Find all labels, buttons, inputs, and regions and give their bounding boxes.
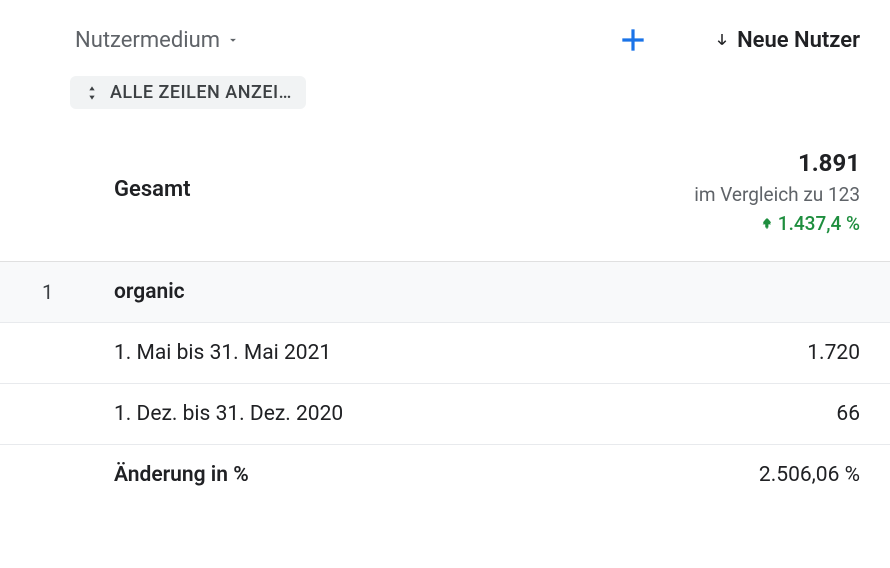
period-1-label: 1. Mai bis 31. Mai 2021	[30, 341, 807, 365]
table-header-row: Nutzermedium Neue Nutzer	[0, 0, 890, 76]
row-dimension-value: organic	[86, 280, 860, 304]
plus-icon	[617, 24, 649, 56]
add-dimension-button[interactable]	[613, 20, 653, 60]
expand-sort-icon	[84, 84, 100, 102]
total-values: 1.891 im Vergleich zu 123 1.437,4 %	[694, 149, 860, 235]
change-label: Änderung in %	[30, 463, 759, 487]
period-1-value: 1.720	[807, 341, 860, 365]
expand-label: ALLE ZEILEN ANZEI…	[110, 82, 292, 103]
row-index: 1	[30, 280, 86, 304]
total-row: Gesamt 1.891 im Vergleich zu 123 1.437,4…	[0, 129, 890, 261]
total-value: 1.891	[694, 149, 860, 177]
total-label: Gesamt	[30, 149, 190, 202]
period-2-value: 66	[836, 402, 860, 426]
metric-column-header[interactable]: Neue Nutzer	[713, 28, 860, 53]
change-percent-row: Änderung in % 2.506,06 %	[0, 444, 890, 505]
dropdown-caret-icon	[226, 33, 240, 47]
show-all-rows-chip[interactable]: ALLE ZEILEN ANZEI…	[70, 76, 306, 109]
metric-label: Neue Nutzer	[737, 28, 860, 53]
dimension-selector[interactable]: Nutzermedium	[75, 28, 240, 53]
period-2-label: 1. Dez. bis 31. Dez. 2020	[30, 402, 836, 426]
sort-descending-icon	[713, 31, 731, 49]
dimension-label: Nutzermedium	[75, 28, 220, 53]
analytics-table: Nutzermedium Neue Nutzer	[0, 0, 890, 505]
period-1-row: 1. Mai bis 31. Mai 2021 1.720	[0, 322, 890, 383]
expand-row-container: ALLE ZEILEN ANZEI…	[0, 76, 890, 129]
change-value: 2.506,06 %	[759, 463, 860, 487]
total-compare-text: im Vergleich zu 123	[694, 183, 860, 206]
period-2-row: 1. Dez. bis 31. Dez. 2020 66	[0, 383, 890, 444]
arrow-up-icon	[760, 217, 774, 231]
total-change-percent: 1.437,4 %	[694, 212, 860, 235]
table-row[interactable]: 1 organic	[0, 261, 890, 322]
